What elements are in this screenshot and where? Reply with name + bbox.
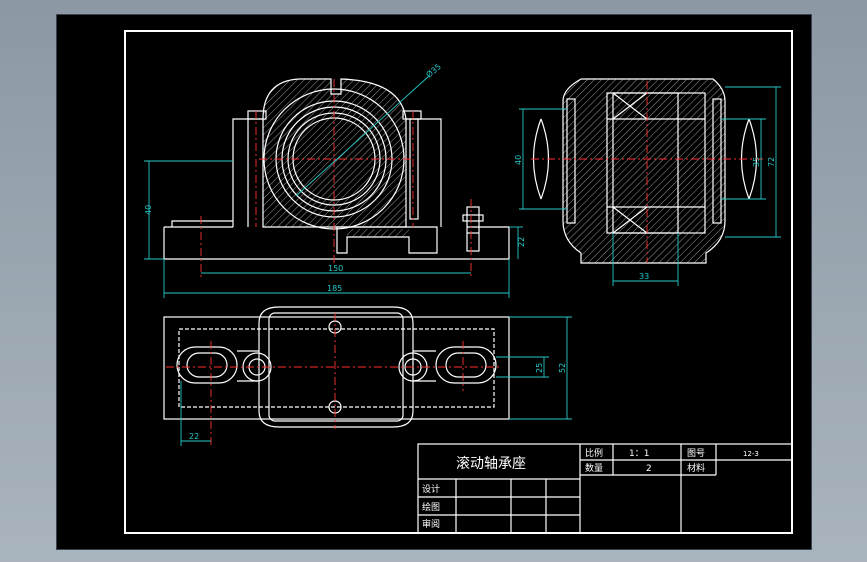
dim-slot-depth: 25 xyxy=(535,363,544,373)
dim-side-shaft: 40 xyxy=(514,155,523,165)
dim-bolt-spacing: 150 xyxy=(328,264,343,273)
dim-side-height: 72 xyxy=(767,157,776,167)
drawing-no-label: 图号 xyxy=(687,448,705,459)
part-name: 滚动轴承座 xyxy=(456,455,526,472)
design-label: 设计 xyxy=(422,483,440,495)
qty-label: 数量 xyxy=(585,462,603,474)
dim-base-width: 52 xyxy=(558,363,567,373)
side-view: 40 35 72 33 xyxy=(514,78,781,286)
draw-label: 绘图 xyxy=(422,501,440,513)
dim-bore-diameter: Ø35 xyxy=(424,61,443,79)
drawing-sheet: 40 22 150 185 Ø35 40 35 72 33 22 25 52 滚… xyxy=(124,30,793,534)
cad-viewport[interactable]: 40 22 150 185 Ø35 40 35 72 33 22 25 52 滚… xyxy=(56,14,812,550)
dim-side-bore: 35 xyxy=(752,157,761,167)
dim-base-height: 22 xyxy=(517,237,526,247)
top-view: 22 25 52 xyxy=(163,306,572,446)
drawing-no-value: 12-3 xyxy=(743,450,759,458)
qty-value: 2 xyxy=(646,464,652,474)
dim-front-height: 40 xyxy=(144,205,153,215)
scale-label: 比例 xyxy=(585,447,603,459)
review-label: 审阅 xyxy=(422,518,440,530)
front-view: 40 22 150 185 Ø35 xyxy=(144,61,526,298)
dim-total-length: 185 xyxy=(327,284,342,293)
material-label: 材料 xyxy=(687,462,705,474)
scale-value: 1：1 xyxy=(629,449,649,459)
dim-slot-width: 22 xyxy=(189,432,199,441)
title-block: 滚动轴承座 比例 1：1 图号 12-3 数量 2 材料 设计 绘图 审阅 xyxy=(417,443,793,534)
dim-side-width: 33 xyxy=(639,272,649,281)
